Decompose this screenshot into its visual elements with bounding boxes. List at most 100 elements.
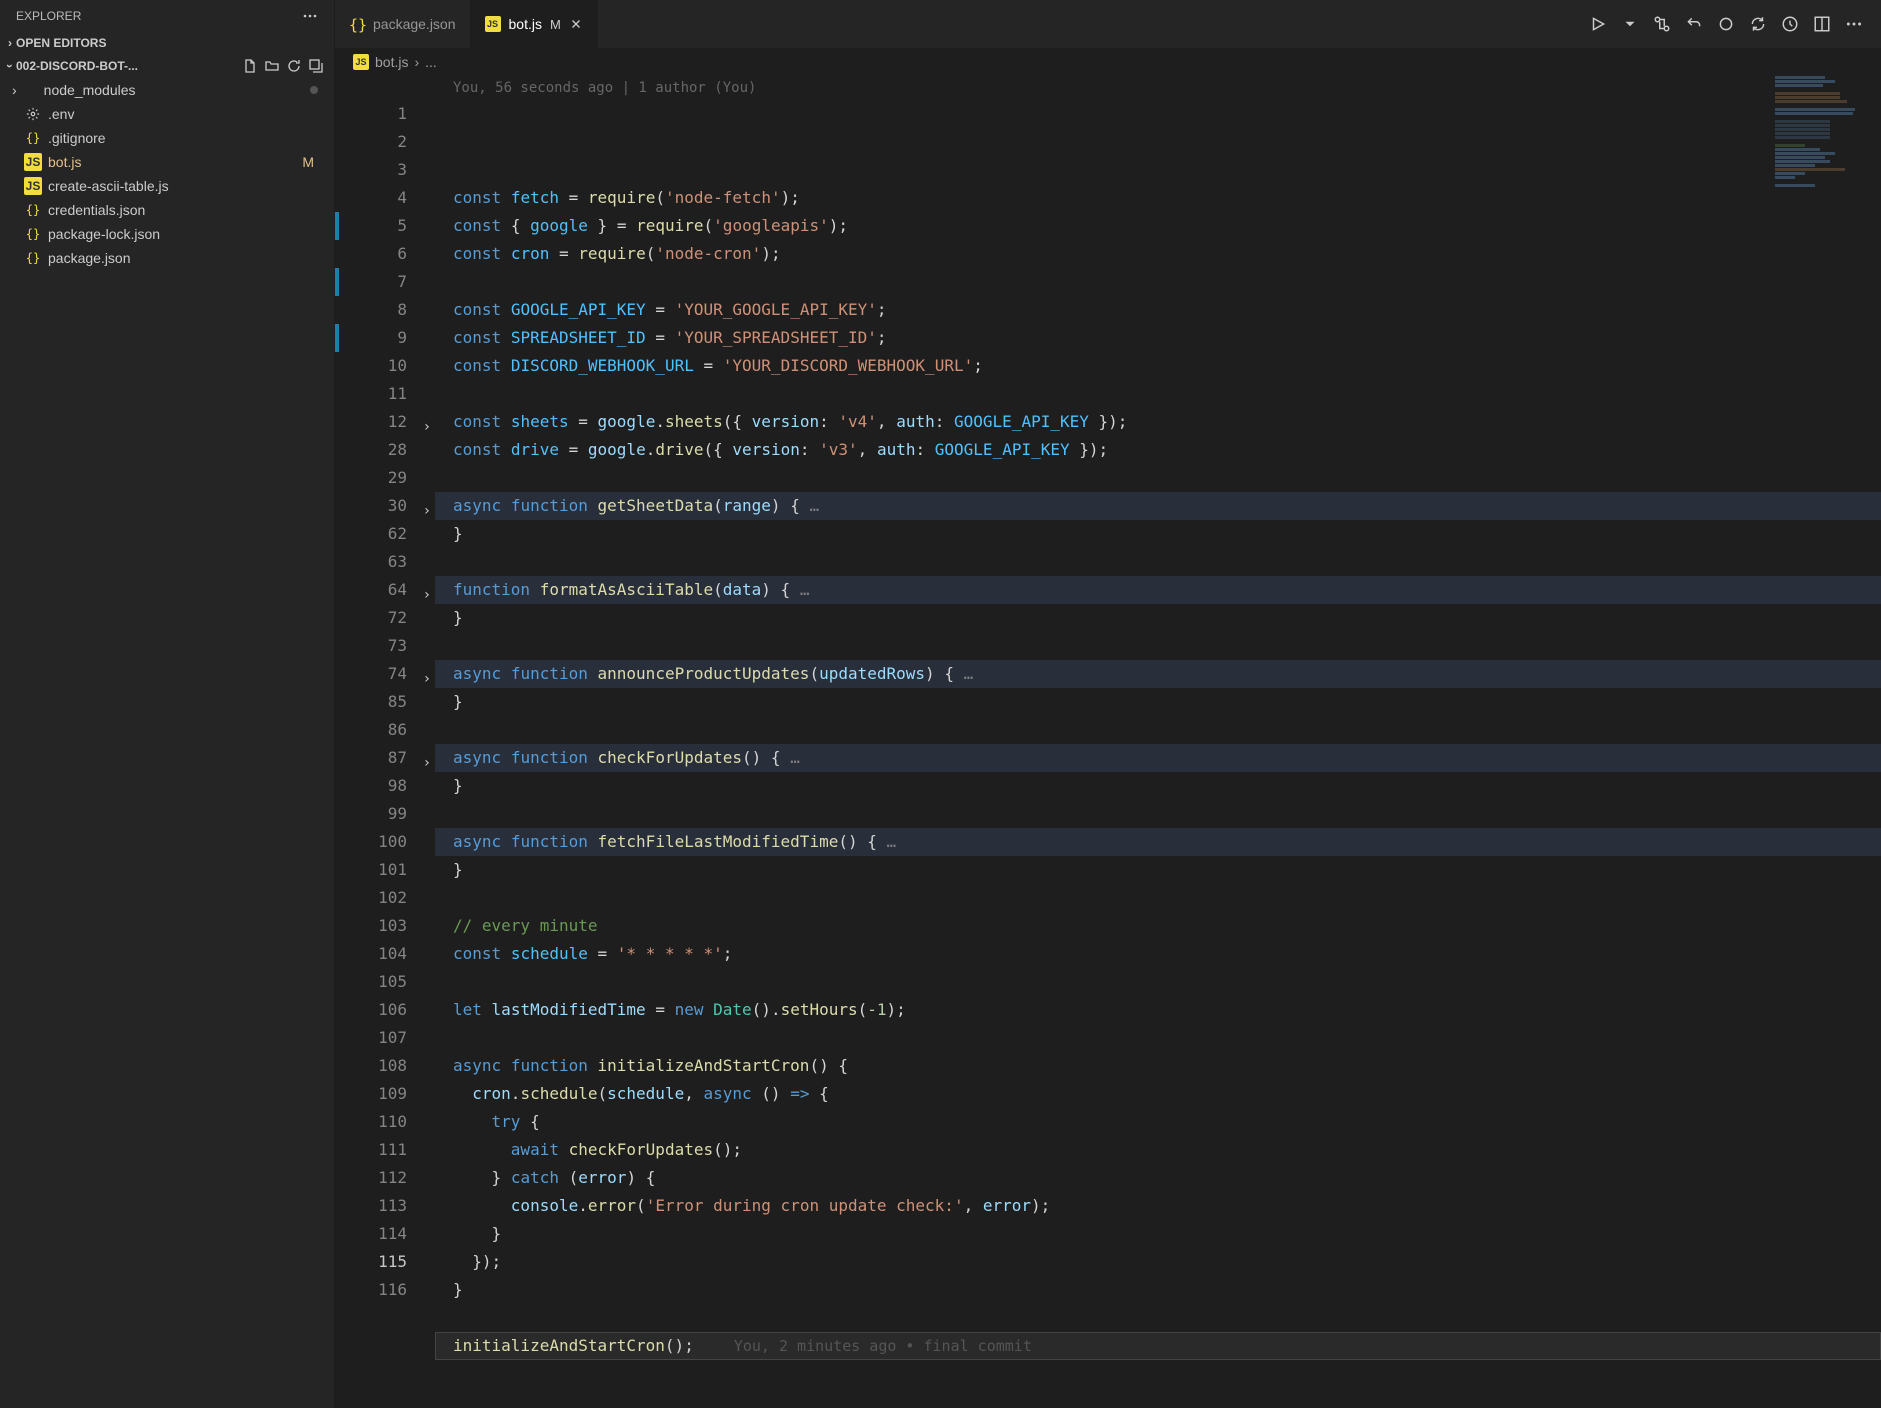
line-number[interactable]: 100 xyxy=(335,828,435,856)
line-number[interactable]: 11 xyxy=(335,380,435,408)
folder-header[interactable]: › 002-DISCORD-BOT-... xyxy=(0,54,334,78)
line-number[interactable]: 63 xyxy=(335,548,435,576)
undo-icon[interactable] xyxy=(1685,15,1703,33)
timeline-icon[interactable] xyxy=(1781,15,1799,33)
code-line[interactable] xyxy=(435,1024,1881,1052)
code-line[interactable] xyxy=(435,464,1881,492)
tab-package-json[interactable]: {}package.json xyxy=(335,0,471,48)
line-number[interactable]: 111 xyxy=(335,1136,435,1164)
line-number[interactable]: 62 xyxy=(335,520,435,548)
code-line[interactable]: const GOOGLE_API_KEY = 'YOUR_GOOGLE_API_… xyxy=(435,296,1881,324)
line-number[interactable]: 72 xyxy=(335,604,435,632)
run-icon[interactable] xyxy=(1589,15,1607,33)
code-line[interactable] xyxy=(435,968,1881,996)
file-item--env[interactable]: .env xyxy=(0,102,334,126)
split-icon[interactable] xyxy=(1813,15,1831,33)
line-number[interactable]: 107 xyxy=(335,1024,435,1052)
git-compare-icon[interactable] xyxy=(1653,15,1671,33)
line-number[interactable]: 108 xyxy=(335,1052,435,1080)
line-number[interactable]: 10 xyxy=(335,352,435,380)
code-line[interactable]: async function checkForUpdates() { … xyxy=(435,744,1881,772)
code-line[interactable]: const { google } = require('googleapis')… xyxy=(435,212,1881,240)
line-number[interactable]: 64› xyxy=(335,576,435,604)
code-line[interactable]: } xyxy=(435,520,1881,548)
code-content[interactable]: You, 56 seconds ago | 1 author (You) con… xyxy=(435,76,1881,1408)
code-line[interactable]: const DISCORD_WEBHOOK_URL = 'YOUR_DISCOR… xyxy=(435,352,1881,380)
code-line[interactable]: } xyxy=(435,688,1881,716)
refresh-circle-icon[interactable] xyxy=(1749,15,1767,33)
code-line[interactable] xyxy=(435,632,1881,660)
code-line[interactable] xyxy=(435,268,1881,296)
circle-icon[interactable] xyxy=(1717,15,1735,33)
line-number[interactable]: 110 xyxy=(335,1108,435,1136)
code-line[interactable] xyxy=(435,800,1881,828)
line-number[interactable]: 28 xyxy=(335,436,435,464)
gutter[interactable]: 123456789101112›282930›626364›727374›858… xyxy=(335,76,435,1408)
new-folder-icon[interactable] xyxy=(264,58,280,74)
code-line[interactable]: async function initializeAndStartCron() … xyxy=(435,1052,1881,1080)
line-number[interactable]: 109 xyxy=(335,1080,435,1108)
code-line[interactable]: } xyxy=(435,604,1881,632)
line-number[interactable]: 112 xyxy=(335,1164,435,1192)
file-item-create-ascii-table-js[interactable]: JScreate-ascii-table.js xyxy=(0,174,334,198)
code-line[interactable]: async function getSheetData(range) { … xyxy=(435,492,1881,520)
code-area[interactable]: 123456789101112›282930›626364›727374›858… xyxy=(335,76,1881,1408)
more-tab-icon[interactable] xyxy=(1845,15,1863,33)
code-line[interactable]: try { xyxy=(435,1108,1881,1136)
code-line[interactable]: cron.schedule(schedule, async () => { xyxy=(435,1080,1881,1108)
codelens-blame[interactable]: You, 56 seconds ago | 1 author (You) xyxy=(453,76,756,100)
line-number[interactable]: 115 xyxy=(335,1248,435,1276)
code-line[interactable]: // every minute xyxy=(435,912,1881,940)
code-line[interactable]: } xyxy=(435,772,1881,800)
code-line[interactable] xyxy=(435,1304,1881,1332)
minimap[interactable] xyxy=(1771,76,1881,196)
code-line[interactable] xyxy=(435,716,1881,744)
breadcrumb[interactable]: JS bot.js › ... xyxy=(335,48,1881,76)
line-number[interactable]: 5 xyxy=(335,212,435,240)
line-number[interactable]: 86 xyxy=(335,716,435,744)
code-line[interactable] xyxy=(435,548,1881,576)
line-number[interactable]: 105 xyxy=(335,968,435,996)
collapse-icon[interactable] xyxy=(308,58,324,74)
code-line[interactable]: } xyxy=(435,1276,1881,1304)
line-number[interactable]: 113 xyxy=(335,1192,435,1220)
open-editors-section[interactable]: › OPEN EDITORS xyxy=(0,32,334,54)
code-line[interactable]: async function fetchFileLastModifiedTime… xyxy=(435,828,1881,856)
code-line[interactable]: let lastModifiedTime = new Date().setHou… xyxy=(435,996,1881,1024)
line-number[interactable]: 116 xyxy=(335,1276,435,1304)
line-number[interactable]: 9 xyxy=(335,324,435,352)
code-line[interactable]: const SPREADSHEET_ID = 'YOUR_SPREADSHEET… xyxy=(435,324,1881,352)
line-number[interactable]: 7 xyxy=(335,268,435,296)
line-number[interactable]: 98 xyxy=(335,772,435,800)
code-line[interactable] xyxy=(435,884,1881,912)
code-line[interactable]: const cron = require('node-cron'); xyxy=(435,240,1881,268)
line-number[interactable]: 114 xyxy=(335,1220,435,1248)
code-line[interactable]: const fetch = require('node-fetch'); xyxy=(435,184,1881,212)
line-number[interactable]: 8 xyxy=(335,296,435,324)
file-item-package-json[interactable]: {}package.json xyxy=(0,246,334,270)
line-number[interactable]: 3 xyxy=(335,156,435,184)
new-file-icon[interactable] xyxy=(242,58,258,74)
line-number[interactable]: 6 xyxy=(335,240,435,268)
code-line[interactable]: const sheets = google.sheets({ version: … xyxy=(435,408,1881,436)
code-line[interactable]: } catch (error) { xyxy=(435,1164,1881,1192)
file-item-credentials-json[interactable]: {}credentials.json xyxy=(0,198,334,222)
code-line[interactable]: } xyxy=(435,1220,1881,1248)
line-number[interactable]: 4 xyxy=(335,184,435,212)
more-icon[interactable] xyxy=(302,8,318,24)
line-number[interactable]: 12› xyxy=(335,408,435,436)
code-line[interactable]: async function announceProductUpdates(up… xyxy=(435,660,1881,688)
run-dropdown-icon[interactable] xyxy=(1621,15,1639,33)
line-number[interactable]: 1 xyxy=(335,100,435,128)
file-item--gitignore[interactable]: {}.gitignore xyxy=(0,126,334,150)
line-number[interactable]: 30› xyxy=(335,492,435,520)
line-number[interactable]: 106 xyxy=(335,996,435,1024)
line-number[interactable]: 87› xyxy=(335,744,435,772)
line-number[interactable]: 74› xyxy=(335,660,435,688)
line-number[interactable]: 85 xyxy=(335,688,435,716)
code-line[interactable]: const schedule = '* * * * *'; xyxy=(435,940,1881,968)
line-number[interactable]: 102 xyxy=(335,884,435,912)
file-item-bot-js[interactable]: JSbot.jsM xyxy=(0,150,334,174)
line-number[interactable]: 99 xyxy=(335,800,435,828)
line-number[interactable]: 104 xyxy=(335,940,435,968)
